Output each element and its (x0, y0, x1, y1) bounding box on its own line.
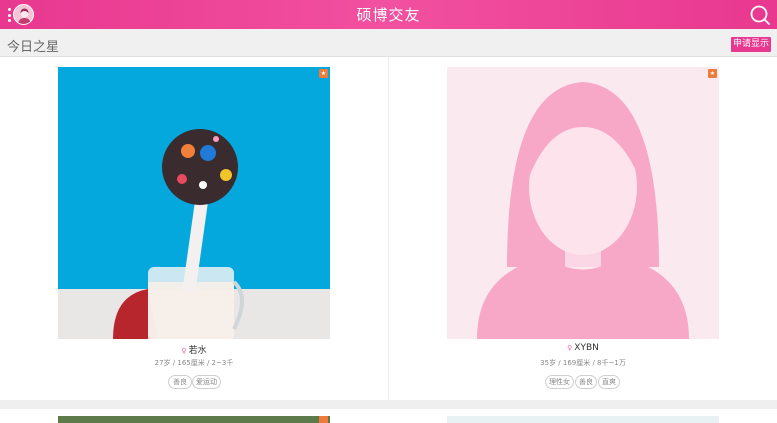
female-icon: ♀ (567, 344, 573, 352)
tag: 直爽 (598, 375, 620, 389)
search-icon[interactable] (749, 4, 771, 26)
profile-photo[interactable] (447, 67, 719, 339)
profile-photo[interactable] (58, 67, 330, 339)
user-name[interactable]: ♀ XYBN (508, 343, 658, 353)
user-name-text: 若水 (188, 346, 207, 356)
star-icon: ★ (319, 69, 328, 78)
user-avatar[interactable] (13, 4, 34, 25)
column-divider (388, 57, 389, 400)
tag: 善良 (168, 375, 192, 389)
user-meta: 35岁 / 169厘米 / 8千~1万 (540, 359, 626, 367)
tag: 爱运动 (192, 375, 221, 389)
female-icon: ♀ (181, 347, 187, 355)
star-icon (319, 416, 328, 423)
profile-photo[interactable] (58, 416, 330, 423)
tag: 理性女 (545, 375, 574, 389)
user-name-text: XYBN (574, 343, 599, 353)
more-vertical-icon[interactable] (7, 8, 11, 22)
user-name[interactable]: ♀ 若水 (119, 343, 269, 356)
section-title: 今日之星 (7, 40, 60, 55)
row-separator (0, 400, 777, 409)
top-bar: 硕博交友 (0, 0, 777, 29)
star-icon: ★ (708, 69, 717, 78)
app-title: 硕博交友 (356, 6, 421, 24)
profile-photo[interactable] (447, 416, 719, 423)
user-meta: 27岁 / 165厘米 / 2~3千 (154, 359, 234, 367)
apply-display-button[interactable]: 申请显示 (731, 37, 771, 52)
tag: 善良 (575, 375, 597, 389)
section-header: 今日之星 (0, 29, 777, 57)
